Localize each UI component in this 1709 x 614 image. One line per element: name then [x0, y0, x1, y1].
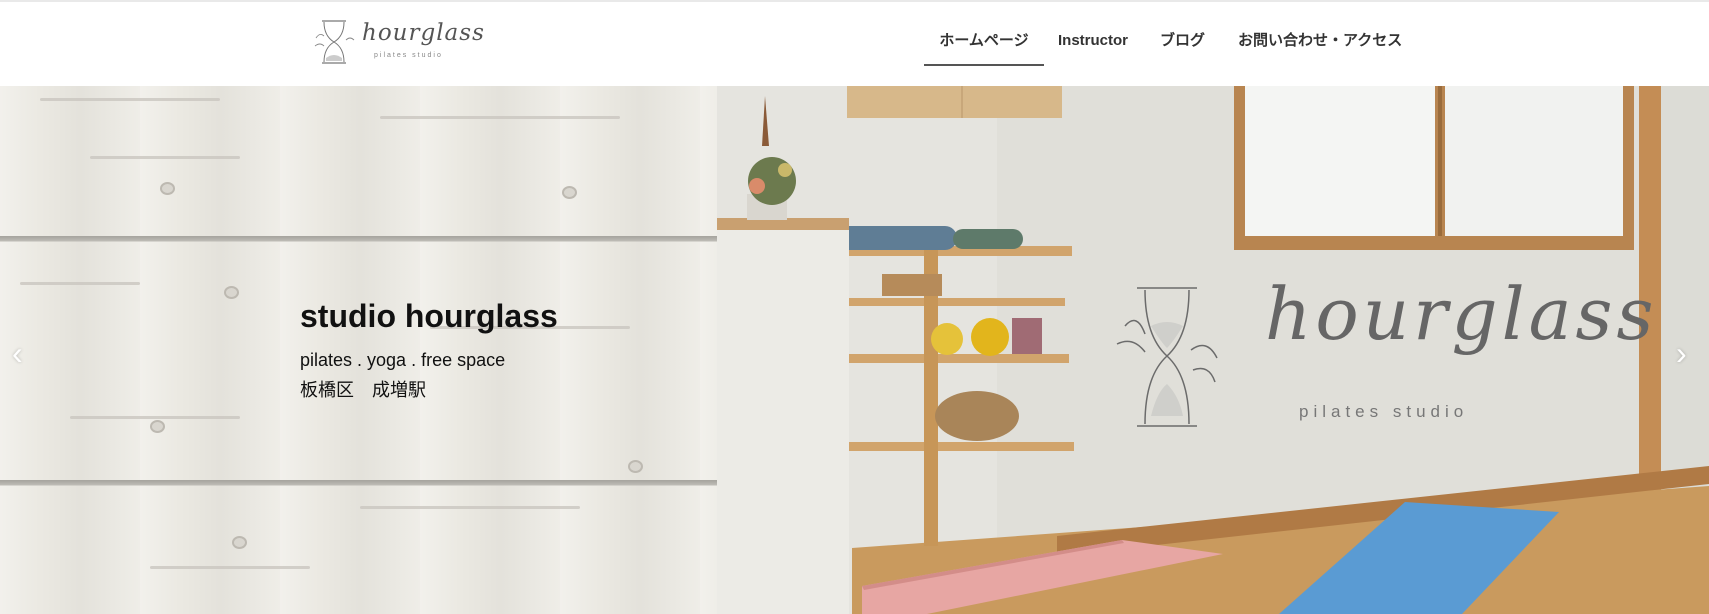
wood-grain [150, 566, 310, 569]
wood-grain [380, 116, 620, 119]
slide-subtitle: pilates . yoga . free space [300, 350, 506, 370]
chevron-left-icon: ‹ [12, 335, 23, 371]
wood-knot [628, 460, 643, 473]
hourglass-logo-icon [314, 20, 355, 64]
wood-knot [562, 186, 577, 199]
studio-photo: hourglass pilates studio [717, 86, 1709, 614]
wood-grain [90, 156, 240, 159]
hero-slider: hourglass pilates studio studio hourglas… [0, 86, 1709, 614]
wood-knot [224, 286, 239, 299]
wood-knot [150, 420, 165, 433]
wall-logo-tagline: pilates studio [1299, 402, 1469, 421]
slider-next-button[interactable]: › [1676, 335, 1700, 371]
wall-logo-wordmark: hourglass [1265, 272, 1658, 356]
site-logo[interactable]: hourglass pilates studio [312, 16, 484, 66]
slide-title: studio hourglass [300, 298, 558, 334]
slide-location: 板橋区 成増駅 [300, 380, 426, 400]
nav-item-home[interactable]: ホームページ [924, 30, 1044, 66]
nav-item-contact-access[interactable]: お問い合わせ・アクセス [1238, 30, 1402, 64]
wood-grain [40, 98, 220, 101]
wood-grain [360, 506, 580, 509]
wood-knot [232, 536, 247, 549]
wood-grain [20, 282, 140, 285]
chevron-right-icon: › [1676, 335, 1687, 371]
nav-item-instructor[interactable]: Instructor [1058, 30, 1128, 64]
slider-prev-button[interactable]: ‹ [12, 335, 36, 371]
wood-knot [160, 182, 175, 195]
logo-wordmark: hourglass [362, 20, 485, 46]
wood-grain [70, 416, 240, 419]
logo-tagline: pilates studio [374, 52, 443, 59]
site-header: hourglass pilates studio ホームページ Instruct… [0, 0, 1709, 86]
nav-item-blog[interactable]: ブログ [1160, 30, 1205, 64]
